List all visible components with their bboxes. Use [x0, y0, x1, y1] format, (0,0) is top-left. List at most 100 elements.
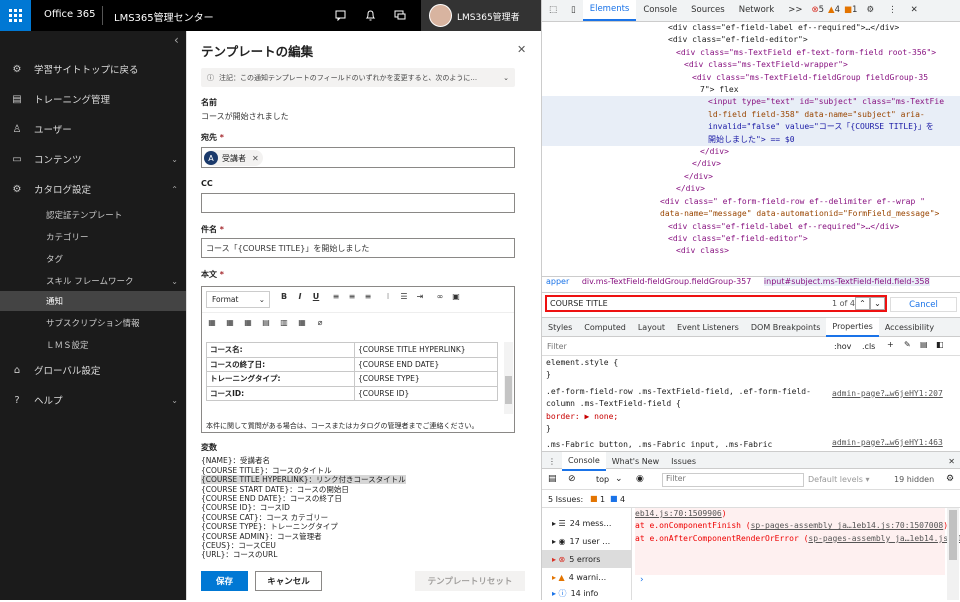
- dom-line[interactable]: <div class="ef-field-editor">: [542, 34, 960, 46]
- breadcrumb-item[interactable]: div.ms-TextField-fieldGroup.fieldGroup-3…: [582, 277, 752, 286]
- breadcrumb-item[interactable]: apper: [546, 277, 569, 286]
- dom-line[interactable]: 7"> flex: [542, 84, 960, 96]
- console-filter-input[interactable]: Filter: [662, 473, 804, 487]
- underline-icon[interactable]: U: [310, 292, 322, 306]
- log-level-dropdown[interactable]: Default levels ▾: [808, 475, 870, 484]
- style-declaration[interactable]: border: ▶ none;: [542, 411, 960, 423]
- tab-network[interactable]: Network: [732, 0, 782, 21]
- chat-icon[interactable]: [325, 0, 355, 31]
- cc-field[interactable]: [201, 193, 515, 213]
- cls-toggle[interactable]: .cls: [862, 342, 875, 351]
- editor-scrollbar[interactable]: [504, 342, 513, 414]
- tab-console-drawer[interactable]: Console: [562, 452, 606, 471]
- gear-icon[interactable]: ⚙: [859, 0, 881, 21]
- dom-line[interactable]: <div class="ms-TextField-fieldGroup fiel…: [542, 72, 960, 84]
- scroll-thumb[interactable]: [505, 376, 512, 404]
- tab-elements[interactable]: Elements: [582, 0, 637, 21]
- nav-sub-cert-template[interactable]: 認定証テンプレート: [0, 205, 186, 225]
- table-cell[interactable]: {COURSE TITLE HYPERLINK}: [354, 342, 498, 358]
- style-line[interactable]: element.style {: [542, 357, 960, 369]
- brand-label[interactable]: Office 365: [44, 9, 95, 20]
- scroll-thumb[interactable]: [949, 510, 957, 560]
- dom-line[interactable]: </div>: [542, 158, 960, 170]
- chevron-down-icon[interactable]: ⌄: [870, 297, 885, 310]
- dom-line[interactable]: <div class=" ef-form-field-row ef--delim…: [542, 196, 960, 208]
- dom-line[interactable]: <div class="ef-field-label ef--required"…: [542, 221, 960, 233]
- feedback-icon[interactable]: [385, 0, 415, 31]
- style-source-link[interactable]: admin-page?…w6jeHY1:207: [832, 388, 943, 401]
- tab-issues[interactable]: Issues: [665, 452, 702, 471]
- breadcrumb-item[interactable]: input#subject.ms-TextField-field.field-3…: [763, 277, 930, 286]
- close-icon[interactable]: ✕: [904, 0, 925, 21]
- dom-line[interactable]: <div class="ef-field-label ef--required"…: [542, 22, 960, 34]
- insert-column-icon[interactable]: ▦: [242, 318, 254, 332]
- tab-properties[interactable]: Properties: [826, 318, 879, 337]
- cancel-button[interactable]: キャンセル: [255, 571, 322, 591]
- delete-column-icon[interactable]: ▥: [278, 318, 290, 332]
- nav-item-global-settings[interactable]: ⌂ グローバル設定: [0, 359, 186, 381]
- table-icon[interactable]: ▦: [206, 318, 218, 332]
- nav-item-catalog-settings[interactable]: ⚙ カタログ設定 ⌃: [0, 178, 186, 200]
- user-menu[interactable]: LMS365管理者: [421, 0, 541, 31]
- table-cell[interactable]: コースID:: [206, 385, 355, 401]
- italic-icon[interactable]: I: [294, 292, 306, 306]
- table-cell[interactable]: コース名:: [206, 342, 355, 358]
- recipient-chip[interactable]: A 受講者 ✕: [204, 150, 263, 166]
- error-line[interactable]: at e.onComponentFinish (sp-pages-assembl…: [635, 520, 948, 532]
- dom-line[interactable]: <div class="ef-field-editor">: [542, 233, 960, 245]
- tab-styles[interactable]: Styles: [542, 318, 578, 337]
- close-icon[interactable]: ✕: [942, 452, 960, 471]
- sidebar-item-user[interactable]: ▸ ◉ 17 user …: [542, 532, 632, 550]
- sidebar-toggle-icon[interactable]: ◧: [936, 340, 944, 349]
- nav-item-users[interactable]: ♙ ユーザー: [0, 118, 186, 140]
- dom-search-bar[interactable]: COURSE TITLE 1 of 4 ⌃ ⌄: [545, 295, 887, 312]
- error-link[interactable]: sp-pages-assembly_ja…1eb14.js:70:1506358: [808, 534, 960, 543]
- bold-icon[interactable]: B: [278, 292, 290, 306]
- merge-cells-icon[interactable]: ▦: [296, 318, 308, 332]
- nav-item-training[interactable]: ▤ トレーニング管理: [0, 88, 186, 110]
- computed-toggle-icon[interactable]: ▤: [920, 340, 928, 349]
- sidebar-item-info[interactable]: ▸ ⓘ 14 info: [542, 584, 632, 602]
- image-icon[interactable]: ▣: [450, 292, 462, 306]
- nav-item-help[interactable]: ? ヘルプ ⌄: [0, 389, 186, 411]
- table-cell[interactable]: {COURSE END DATE}: [354, 356, 498, 372]
- nav-sub-subscription[interactable]: サブスクリプション情報: [0, 313, 186, 333]
- delete-row-icon[interactable]: ▤: [260, 318, 272, 332]
- dom-line[interactable]: </div>: [542, 171, 960, 183]
- tab-accessibility[interactable]: Accessibility: [879, 318, 940, 337]
- styles-filter-input[interactable]: Filter: [547, 342, 567, 351]
- error-line[interactable]: at e.onAfterComponentRenderOrError (sp-p…: [635, 533, 960, 545]
- collapse-nav-icon[interactable]: ‹: [174, 33, 179, 47]
- more-tabs-button[interactable]: >>: [781, 0, 809, 21]
- close-icon[interactable]: ✕: [517, 43, 526, 56]
- search-cancel-button[interactable]: Cancel: [890, 297, 957, 312]
- device-toolbar-icon[interactable]: ▯: [564, 0, 583, 21]
- context-select[interactable]: top: [596, 475, 609, 484]
- reset-template-button[interactable]: テンプレートリセット: [415, 571, 525, 591]
- dom-line[interactable]: </div>: [542, 146, 960, 158]
- bullet-list-icon[interactable]: ⁝: [382, 292, 394, 306]
- to-field[interactable]: A 受講者 ✕: [201, 147, 515, 168]
- tab-dom-breakpoints[interactable]: DOM Breakpoints: [745, 318, 827, 337]
- nav-sub-tags[interactable]: タグ: [0, 249, 186, 269]
- paint-icon[interactable]: ✎: [904, 340, 911, 349]
- sidebar-toggle-icon[interactable]: ▤: [548, 474, 557, 484]
- tab-event-listeners[interactable]: Event Listeners: [671, 318, 745, 337]
- error-link[interactable]: eb14.js:70:1509906: [635, 509, 722, 518]
- nav-sub-lms-settings[interactable]: ＬＭＳ設定: [0, 335, 186, 355]
- tab-computed[interactable]: Computed: [578, 318, 632, 337]
- dom-line[interactable]: </div>: [542, 183, 960, 195]
- inspect-icon[interactable]: ⬚: [542, 0, 564, 21]
- align-right-icon[interactable]: ≡: [362, 292, 374, 306]
- dom-line[interactable]: data-name="message" data-automationid="F…: [542, 208, 960, 220]
- table-cell[interactable]: コースの終了日:: [206, 356, 355, 372]
- chevron-up-icon[interactable]: ⌃: [855, 297, 870, 310]
- warning-badge[interactable]: ▲ 4: [826, 0, 842, 21]
- add-rule-icon[interactable]: +: [887, 340, 894, 349]
- sidebar-item-errors[interactable]: ▸ ⊗ 5 errors: [542, 550, 632, 568]
- numbered-list-icon[interactable]: ☰: [398, 292, 410, 306]
- nav-sub-skill-framework[interactable]: スキル フレームワーク ⌄: [0, 271, 186, 291]
- align-left-icon[interactable]: ≡: [330, 292, 342, 306]
- hov-toggle[interactable]: :hov: [834, 342, 851, 351]
- table-cell[interactable]: トレーニングタイプ:: [206, 371, 355, 387]
